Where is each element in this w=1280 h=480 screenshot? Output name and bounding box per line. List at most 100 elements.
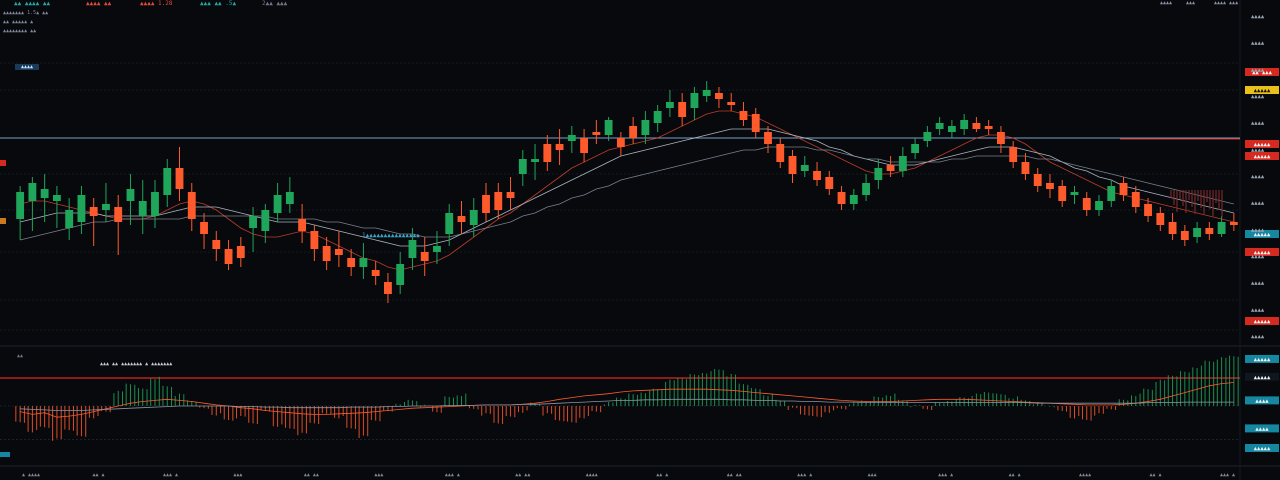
candle-body (813, 171, 821, 180)
candle-body (739, 111, 748, 120)
osc-price-tag-4: ▲▲▲▲▲ (1245, 444, 1279, 452)
candle-body (555, 144, 564, 150)
candle-body (310, 231, 319, 249)
candle-body (690, 93, 699, 108)
candle-body (506, 192, 515, 198)
osc-price-tag-0: ▲▲▲▲▲ (1245, 354, 1279, 363)
candle-body (273, 195, 282, 213)
candle-body (727, 102, 736, 105)
candle-body (494, 192, 503, 210)
candle-body (997, 132, 1005, 144)
candle-body (384, 282, 392, 294)
price-axis-label: ▲▲▲▲ (1251, 41, 1265, 47)
time-axis-label: ▲▲▲ (233, 472, 242, 478)
time-axis-label: ▲▲▲ ▲ (163, 472, 178, 478)
candle-body (543, 144, 552, 162)
candle-body (1095, 201, 1103, 210)
candle-body (138, 201, 147, 216)
candle-body (52, 195, 61, 201)
ghost-candle (1206, 190, 1208, 202)
osc-price-tag-4-text: ▲▲▲▲▲ (1254, 446, 1271, 452)
candle-body (1193, 228, 1202, 237)
trading-chart-window: ▲▲ ▲▲▲▲ ▲▲ ▲▲▲▲ ▲▲ ▲▲▲▲ 1.28 ▲▲▲ ▲▲ .5▲ … (0, 0, 1280, 480)
candle-body (334, 249, 343, 255)
candle-body (433, 246, 441, 252)
ghost-candle (1191, 190, 1193, 207)
candle-body (1168, 222, 1177, 234)
osc-price-tag-3-text: ▲▲▲▲ (1255, 426, 1269, 432)
price-axis-label: ▲▲▲▲ (1251, 121, 1265, 127)
candle-body (200, 222, 208, 234)
candle-body (1009, 147, 1018, 162)
candle-body (580, 138, 589, 153)
candle-body (285, 192, 294, 204)
ghost-candle (1200, 190, 1202, 208)
time-axis-label: ▲▲ ▲▲ (727, 472, 742, 478)
candle-body (947, 126, 956, 132)
candle-body (788, 156, 797, 174)
price-axis-label: ▲▲▲▲ (1251, 307, 1265, 313)
candle-body (616, 138, 625, 147)
price-chart[interactable]: ▲▲ ▲▲▲▲▲▲▲▲▲▲▲▲▲▲▲▲▲▲▲▲▲▲▲▲▲▲▲▲▲▲▲▲▲▲▲▲▲… (0, 0, 1280, 480)
candle-body (1144, 204, 1152, 216)
candle-body (960, 120, 969, 129)
ghost-candle (1218, 190, 1220, 210)
price-axis-label: ▲▲▲▲ (1251, 14, 1265, 20)
time-axis-label: ▲▲▲ ▲ (1220, 472, 1235, 478)
osc-price-tag-2-text: ▲▲▲▲ (1255, 398, 1269, 404)
candle-body (862, 183, 870, 195)
candle-body (604, 120, 613, 135)
candle-body (935, 123, 944, 129)
price-axis-label: ▲▲▲▲ (1251, 67, 1265, 73)
ghost-candle (1194, 190, 1196, 214)
candle-body (236, 246, 245, 258)
ghost-candle (1203, 190, 1205, 215)
main-price-tag-6-text: ▲▲▲▲▲ (1254, 319, 1271, 325)
ghost-candle (1188, 190, 1190, 200)
candle-body (764, 132, 772, 144)
candle-body (420, 252, 429, 261)
price-axis-label: ▲▲▲▲ (1251, 281, 1265, 287)
candle-body (16, 192, 25, 219)
candle-body (1119, 183, 1128, 195)
price-axis-label: ▲▲▲▲ (1251, 227, 1265, 233)
time-axis-label: ▲▲ ▲ (1150, 472, 1162, 478)
candle-body (1217, 222, 1226, 234)
moving-average-1 (20, 110, 1234, 271)
candle-body (408, 240, 417, 258)
price-axis-label: ▲▲▲▲ (1251, 94, 1265, 100)
ghost-candle (1221, 190, 1223, 217)
osc-price-tag-1: ▲▲▲▲▲ (1245, 372, 1279, 381)
candle-body (653, 111, 662, 123)
candle-body (347, 258, 356, 267)
candle-body (800, 165, 809, 171)
left-marker-orange (0, 218, 6, 224)
candle-body (751, 114, 760, 132)
candle-body (175, 168, 184, 189)
price-axis-label: ▲▲▲▲ (1251, 174, 1265, 180)
ghost-candle (1209, 190, 1211, 209)
candle-body (825, 177, 834, 189)
candle-body (126, 189, 135, 201)
left-marker-red (0, 160, 6, 166)
candle-body (849, 195, 858, 204)
candle-body (911, 144, 920, 153)
ghost-candle (1185, 190, 1187, 213)
candle-body (837, 192, 846, 204)
ghost-candle (1170, 190, 1172, 198)
time-axis-label: ▲▲▲ ▲ (797, 472, 812, 478)
candle-body (482, 195, 490, 213)
candle-body (1058, 186, 1067, 201)
time-axis-label: ▲▲▲ (868, 472, 877, 478)
osc-price-tag-0-text: ▲▲▲▲▲ (1254, 357, 1271, 363)
price-axis-label: ▲▲▲▲ (1251, 334, 1265, 340)
candle-body (102, 204, 110, 210)
price-axis-label: ▲▲▲▲ (1251, 201, 1265, 207)
candle-body (77, 195, 86, 222)
candle-body (89, 207, 98, 216)
candle-body (187, 192, 196, 219)
candle-body (715, 93, 723, 99)
ghost-candle (1179, 190, 1181, 199)
time-axis-label: ▲▲ ▲ (656, 472, 668, 478)
candle-body (1082, 198, 1091, 210)
